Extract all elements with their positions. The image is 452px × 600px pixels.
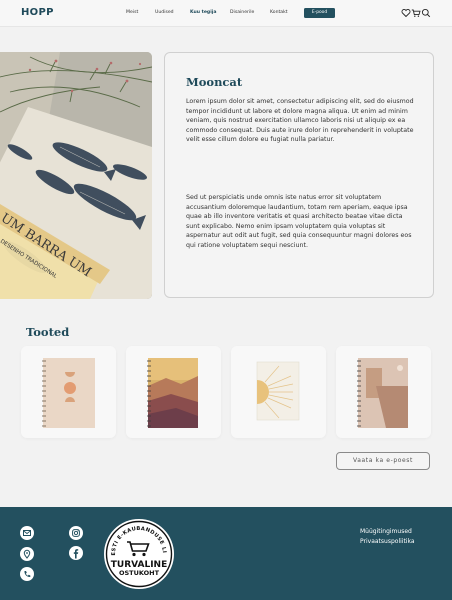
designer-paragraph-1: Lorem ipsum dolor sit amet, consectetur …: [186, 98, 414, 143]
product-card-abstract-shapes[interactable]: [336, 346, 431, 438]
terms-link[interactable]: Müügitingimused: [360, 528, 412, 535]
site-footer: [0, 507, 452, 600]
products-title: Tooted: [26, 325, 70, 339]
nav-item-kuu-tegija[interactable]: Kuu tegija: [190, 10, 216, 15]
cart-icon[interactable]: [411, 8, 421, 18]
trusted-shop-badge[interactable]: EESTI E-KAUBANDUSE LIIT TURVALINE OSTUKO…: [101, 514, 175, 590]
phone-icon[interactable]: [20, 567, 34, 581]
hero-image: UM BARRA UM DESENHO TRADICIONAL: [0, 52, 152, 299]
notebook-image: [42, 358, 95, 428]
badge-subtitle: OSTUKOHT: [119, 569, 160, 577]
facebook-icon[interactable]: [69, 546, 83, 560]
logo[interactable]: HOPP: [21, 7, 54, 18]
heart-icon[interactable]: [401, 8, 411, 18]
nav-item-meist[interactable]: Meist: [126, 10, 138, 15]
search-icon[interactable]: [421, 8, 431, 18]
designer-paragraph-2: Sed ut perspiciatis unde omnis iste natu…: [186, 194, 412, 249]
nav-item-kontakt[interactable]: Kontakt: [270, 10, 288, 15]
instagram-icon[interactable]: [69, 526, 83, 540]
nav-item-uudised[interactable]: Uudised: [155, 10, 174, 15]
location-icon[interactable]: [20, 547, 34, 561]
notebook-image: [147, 358, 198, 428]
notebook-image: [357, 358, 408, 428]
designer-info-card: Mooncat Lorem ipsum dolor sit amet, cons…: [164, 52, 434, 298]
site-header: HOPP Meist Uudised Kuu tegija Disaineril…: [0, 0, 452, 27]
eshop-button[interactable]: E-pood: [304, 8, 335, 18]
view-eshop-button[interactable]: Vaata ka e-poest: [336, 452, 430, 470]
email-icon[interactable]: [20, 526, 34, 540]
designer-title: Mooncat: [186, 75, 243, 89]
privacy-policy-link[interactable]: Privaatsuspoliitika: [360, 538, 415, 545]
trusted-shop-badge-image: EESTI E-KAUBANDUSE LIIT TURVALINE OSTUKO…: [101, 514, 174, 589]
product-card-moon-phases[interactable]: [21, 346, 116, 438]
product-card-desert-sunset[interactable]: [126, 346, 221, 438]
product-card-sun-rays[interactable]: [231, 346, 326, 438]
nav-item-disainerile[interactable]: Disainerile: [230, 10, 254, 15]
notebook-image: [256, 361, 300, 421]
